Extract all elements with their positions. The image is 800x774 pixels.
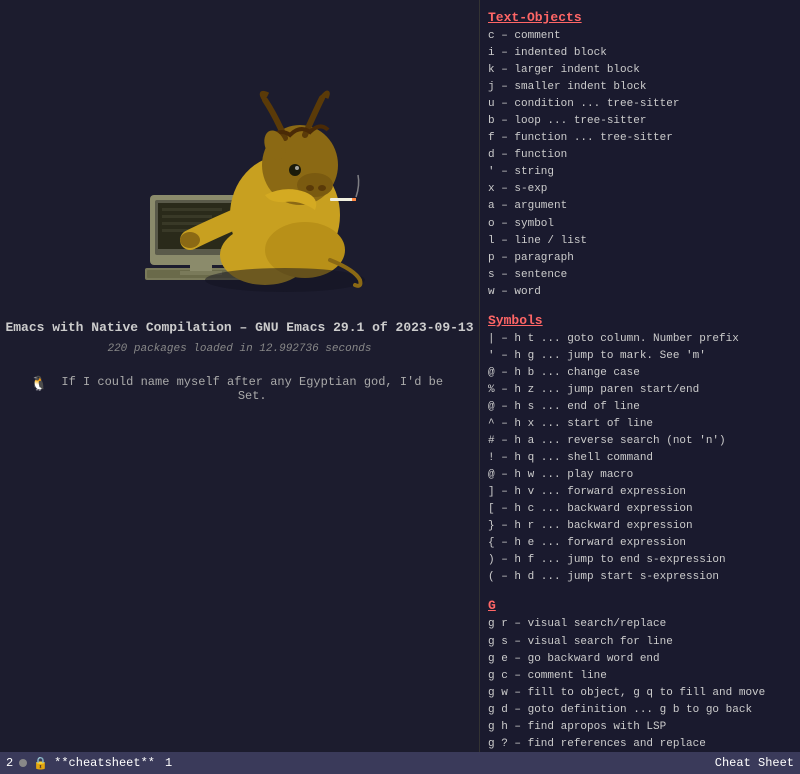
key-item: a – argument [488,198,792,215]
packages-loaded: 220 packages loaded in 12.992736 seconds [107,343,371,355]
key-item: b – loop ... tree-sitter [488,113,792,130]
key-item: @ – h s ... end of line [488,399,792,416]
key-item: g h – find apropos with LSP [488,719,792,736]
emacs-title: Emacs with Native Compilation – GNU Emac… [5,320,473,335]
fortune-text: If I could name myself after any Egyptia… [55,375,449,403]
key-item: g r – visual search/replace [488,616,792,633]
status-bar: 2 🔒 **cheatsheet** 1 Cheat Sheet [0,752,800,774]
status-col: 1 [165,756,172,770]
key-item: % – h z ... jump paren start/end [488,382,792,399]
key-item: k – larger indent block [488,62,792,79]
status-filename: **cheatsheet** [54,756,155,770]
key-item: g e – go backward word end [488,651,792,668]
key-item: g w – fill to object, g q to fill and mo… [488,685,792,702]
fortune-message: 🐧 If I could name myself after any Egypt… [0,375,479,403]
key-item: g s – visual search for line [488,634,792,651]
key-item: p – paragraph [488,250,792,267]
key-item: ( – h d ... jump start s-expression [488,569,792,586]
status-lock-icon: 🔒 [33,756,48,771]
key-item: s – sentence [488,267,792,284]
key-item: i – indented block [488,45,792,62]
key-item: [ – h c ... backward expression [488,501,792,518]
section-title-symbols: Symbols [488,313,792,328]
section-title-g: G [488,598,792,613]
status-mode: Cheat Sheet [715,756,794,770]
key-item: ] – h v ... forward expression [488,484,792,501]
key-item: g d – goto definition ... g b to go back [488,702,792,719]
key-item: u – condition ... tree-sitter [488,96,792,113]
key-item: ' – h g ... jump to mark. See 'm' [488,348,792,365]
key-item: x – s-exp [488,181,792,198]
key-item: l – line / list [488,233,792,250]
key-item: ^ – h x ... start of line [488,416,792,433]
key-item: g ? – find references and replace [488,736,792,752]
right-panel: Text-Objects c – comment i – indented bl… [480,0,800,752]
key-item: ! – h q ... shell command [488,450,792,467]
key-item: { – h e ... forward expression [488,535,792,552]
key-item: | – h t ... goto column. Number prefix [488,331,792,348]
key-item: o – symbol [488,216,792,233]
key-item: @ – h b ... change case [488,365,792,382]
key-item: ' – string [488,164,792,181]
key-item: # – h a ... reverse search (not 'n') [488,433,792,450]
left-panel: Emacs with Native Compilation – GNU Emac… [0,0,480,752]
gnu-mascot [90,20,390,300]
key-item: } – h r ... backward expression [488,518,792,535]
status-number: 2 [6,756,13,770]
key-item: ) – h f ... jump to end s-expression [488,552,792,569]
key-item: f – function ... tree-sitter [488,130,792,147]
status-indicator [19,759,27,767]
key-item: w – word [488,284,792,301]
key-item: c – comment [488,28,792,45]
key-item: d – function [488,147,792,164]
fortune-icon: 🐧 [30,376,47,393]
key-item: g c – comment line [488,668,792,685]
section-title-text-objects: Text-Objects [488,10,792,25]
key-item: j – smaller indent block [488,79,792,96]
key-item: @ – h w ... play macro [488,467,792,484]
